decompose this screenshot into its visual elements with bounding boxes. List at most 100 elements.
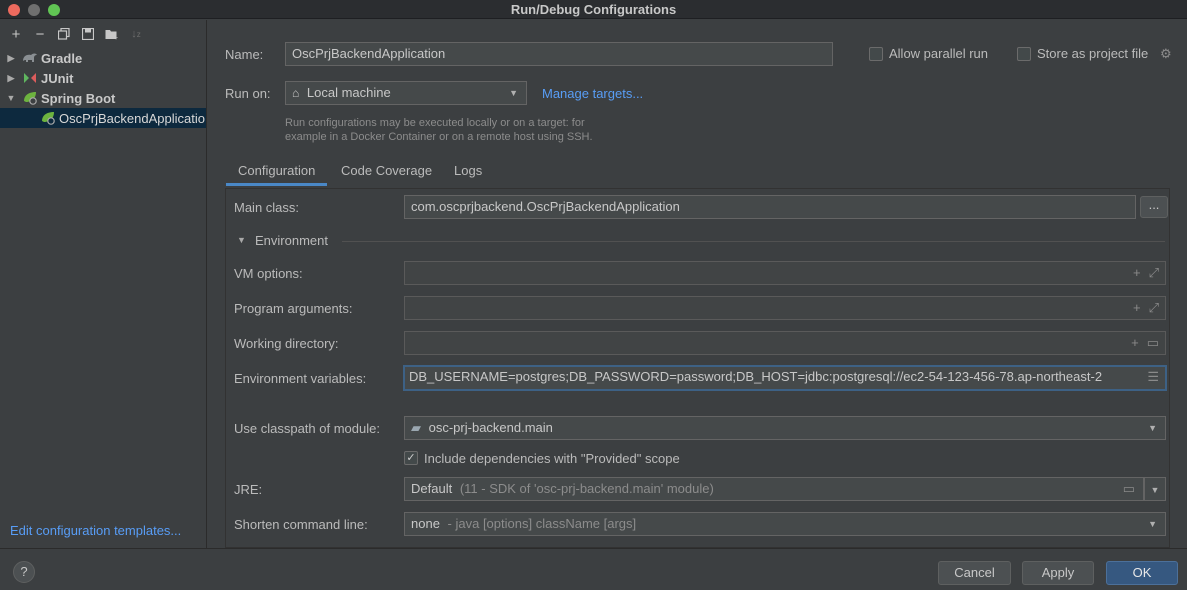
tab-configuration[interactable]: Configuration <box>226 162 328 186</box>
chevron-right-icon[interactable]: ▶ <box>4 53 18 64</box>
junit-icon <box>22 71 38 85</box>
dialog-footer: ? Cancel Apply OK <box>0 548 1187 590</box>
tree-item-spring-boot[interactable]: ▼ Spring Boot <box>0 88 206 108</box>
tree-item-junit[interactable]: ▶ JUnit <box>0 68 206 88</box>
tree-item-label: Gradle <box>41 50 83 66</box>
edit-templates-link[interactable]: Edit configuration templates... <box>10 523 181 538</box>
field-actions: + ⤢ <box>1133 262 1159 284</box>
window-title: Run/Debug Configurations <box>510 2 677 17</box>
section-divider <box>342 241 1165 242</box>
field-actions: + ⤢ <box>1133 297 1159 319</box>
save-icon[interactable] <box>78 24 98 44</box>
allow-parallel-label: Allow parallel run <box>889 46 988 61</box>
shorten-detail: - java [options] className [args] <box>447 516 637 531</box>
expand-icon[interactable]: ⤢ <box>1149 297 1159 319</box>
shorten-value: none <box>411 516 440 531</box>
main-class-field[interactable]: com.oscprjbackend.OscPrjBackendApplicati… <box>404 195 1136 219</box>
jre-detail: (11 - SDK of 'osc-prj-backend.main' modu… <box>459 481 714 496</box>
folder-icon[interactable]: ▭ <box>1123 478 1135 500</box>
cancel-button[interactable]: Cancel <box>938 561 1011 585</box>
run-on-dropdown[interactable]: ⌂ Local machine ▼ <box>285 81 527 105</box>
classpath-dropdown[interactable]: ▰ osc-prj-backend.main ▼ <box>404 416 1166 440</box>
program-args-field[interactable]: + ⤢ <box>404 296 1166 320</box>
allow-parallel-checkbox[interactable] <box>869 47 883 61</box>
environment-section-label[interactable]: Environment <box>255 233 328 248</box>
help-button[interactable]: ? <box>13 561 35 583</box>
store-as-file-checkbox[interactable] <box>1017 47 1031 61</box>
add-icon[interactable]: + <box>6 24 26 44</box>
env-vars-label: Environment variables: <box>234 371 367 386</box>
chevron-down-icon: ▼ <box>1148 423 1157 433</box>
run-on-hint-line1: Run configurations may be executed local… <box>285 117 585 129</box>
env-vars-value: DB_USERNAME=postgres;DB_PASSWORD=passwor… <box>409 369 1103 384</box>
tree-item-selected-config[interactable]: OscPrjBackendApplicatio <box>0 108 206 128</box>
chevron-right-icon[interactable]: ▶ <box>4 73 18 84</box>
store-as-file-label: Store as project file <box>1037 46 1149 61</box>
add-icon[interactable]: + <box>1133 262 1141 284</box>
gear-icon[interactable]: ⚙ <box>1160 46 1172 62</box>
manage-targets-link[interactable]: Manage targets... <box>542 86 643 101</box>
configuration-panel: Main class: com.oscprjbackend.OscPrjBack… <box>225 188 1170 548</box>
jre-value: Default <box>411 481 453 496</box>
list-icon[interactable]: ☰ <box>1147 367 1159 387</box>
minimize-window-button[interactable] <box>28 4 40 16</box>
vm-options-field[interactable]: + ⤢ <box>404 261 1166 285</box>
vm-options-label: VM options: <box>234 266 303 281</box>
jre-field[interactable]: Default (11 - SDK of 'osc-prj-backend.ma… <box>404 477 1144 501</box>
classpath-label: Use classpath of module: <box>234 421 380 436</box>
add-icon[interactable]: + <box>1133 297 1141 319</box>
tree-item-label: JUnit <box>41 70 74 86</box>
tab-logs[interactable]: Logs <box>442 162 494 186</box>
program-args-label: Program arguments: <box>234 301 353 316</box>
field-actions: + ▭ <box>1131 332 1159 354</box>
copy-icon[interactable] <box>54 24 74 44</box>
expand-icon[interactable]: ⤢ <box>1149 262 1159 284</box>
shorten-label: Shorten command line: <box>234 517 368 532</box>
window-titlebar: Run/Debug Configurations <box>0 0 1187 19</box>
include-deps-label: Include dependencies with "Provided" sco… <box>424 451 680 466</box>
gradle-icon <box>22 51 38 65</box>
browse-main-class-button[interactable]: ... <box>1140 196 1168 218</box>
spring-boot-icon <box>22 91 38 105</box>
module-icon: ▰ <box>411 420 421 435</box>
chevron-down-icon[interactable]: ▼ <box>4 93 18 103</box>
chevron-down-icon: ▼ <box>509 88 518 98</box>
main-class-label: Main class: <box>234 200 300 215</box>
include-deps-checkbox[interactable]: ✓ <box>404 451 418 465</box>
config-tree: ▶ Gradle ▶ JUnit ▼ Spring Boot OscPrjBac… <box>0 48 206 128</box>
sidebar: + − + ↓ z ▶ Gradle ▶ JUnit ▼ Spring Boot… <box>0 20 207 548</box>
main-panel: Name: OscPrjBackendApplication Allow par… <box>208 20 1187 548</box>
sidebar-toolbar: + − + ↓ z <box>0 20 206 48</box>
run-on-value: Local machine <box>306 85 391 100</box>
tree-item-label: Spring Boot <box>41 90 116 106</box>
remove-icon[interactable]: − <box>30 24 50 44</box>
apply-button[interactable]: Apply <box>1022 561 1094 585</box>
chevron-down-icon[interactable]: ▼ <box>237 235 246 245</box>
add-icon[interactable]: + <box>1131 332 1139 354</box>
spring-boot-icon <box>40 111 56 125</box>
run-on-label: Run on: <box>225 86 271 101</box>
working-dir-field[interactable]: + ▭ <box>404 331 1166 355</box>
name-field[interactable]: OscPrjBackendApplication <box>285 42 833 66</box>
env-vars-field[interactable]: DB_USERNAME=postgres;DB_PASSWORD=passwor… <box>403 365 1167 391</box>
folder-add-icon[interactable]: + <box>102 24 122 44</box>
maximize-window-button[interactable] <box>48 4 60 16</box>
svg-text:+: + <box>114 35 118 40</box>
run-on-hint-line2: example in a Docker Container or on a re… <box>285 131 593 143</box>
chevron-down-icon: ▼ <box>1150 485 1160 495</box>
tab-code-coverage[interactable]: Code Coverage <box>329 162 444 186</box>
home-icon: ⌂ <box>292 86 300 100</box>
tree-item-gradle[interactable]: ▶ Gradle <box>0 48 206 68</box>
jre-label: JRE: <box>234 482 263 497</box>
ok-button[interactable]: OK <box>1106 561 1178 585</box>
working-dir-label: Working directory: <box>234 336 339 351</box>
tree-item-label: OscPrjBackendApplicatio <box>59 110 205 126</box>
classpath-value: osc-prj-backend.main <box>428 420 553 435</box>
name-label: Name: <box>225 47 264 62</box>
shorten-dropdown[interactable]: none - java [options] className [args] ▼ <box>404 512 1166 536</box>
jre-dropdown-button[interactable]: ▼ <box>1144 477 1166 501</box>
close-window-button[interactable] <box>8 4 20 16</box>
sort-icon[interactable]: ↓ z <box>126 24 146 44</box>
chevron-down-icon: ▼ <box>1148 519 1157 529</box>
folder-icon[interactable]: ▭ <box>1147 332 1159 354</box>
